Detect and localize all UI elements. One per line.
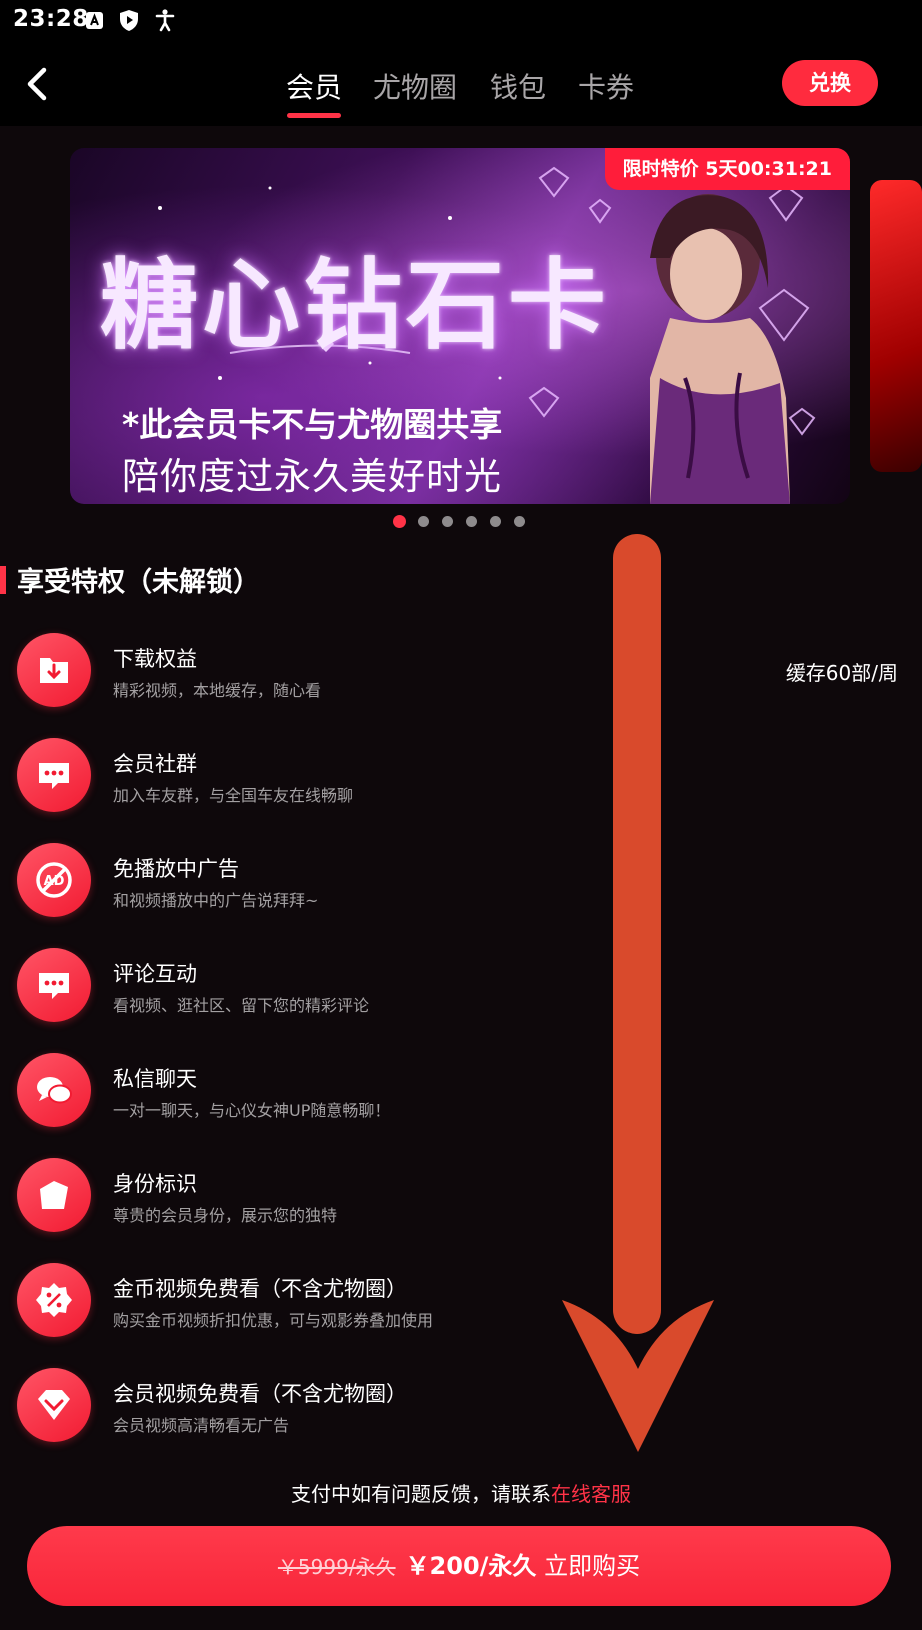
chat-bubble-icon <box>17 738 91 812</box>
carousel-dot[interactable] <box>418 516 429 527</box>
message-icon <box>17 1053 91 1127</box>
carousel-dot[interactable] <box>466 516 477 527</box>
privilege-title: 下载权益 <box>113 647 197 671</box>
buy-now-button[interactable]: ￥5999/永久 ￥200/永久 立即购买 <box>27 1526 891 1606</box>
download-icon <box>17 633 91 707</box>
privilege-item-comments: 评论互动 看视频、逛社区、留下您的精彩评论 <box>0 948 922 1048</box>
privilege-title: 金币视频免费看（不含尤物圈） <box>113 1277 407 1301</box>
privilege-item-coin-video: 金币视频免费看（不含尤物圈） 购买金币视频折扣优惠，可与观影券叠加使用 <box>0 1263 922 1363</box>
privilege-title: 评论互动 <box>113 962 197 986</box>
carousel-dot[interactable] <box>393 515 406 528</box>
privilege-item-member-video: 会员视频免费看（不含尤物圈） 会员视频高清畅看无广告 <box>0 1368 922 1468</box>
privilege-desc: 尊贵的会员身份，展示您的独特 <box>113 1206 338 1225</box>
payment-help-text: 支付中如有问题反馈，请联系 <box>291 1482 551 1506</box>
payment-help: 支付中如有问题反馈，请联系在线客服 <box>0 1478 922 1507</box>
back-button[interactable] <box>22 62 62 106</box>
carousel-dot[interactable] <box>490 516 501 527</box>
shield-icon <box>120 10 138 31</box>
model-image <box>650 194 790 504</box>
original-price: ￥5999/永久 <box>277 1555 396 1579</box>
privilege-desc: 和视频播放中的广告说拜拜~ <box>113 891 319 910</box>
download-quota: 缓存60部/周 <box>785 661 898 685</box>
scroll-down-arrow-icon <box>562 534 714 1452</box>
a-icon <box>86 12 103 29</box>
section-accent-bar <box>0 566 6 594</box>
privilege-desc: 一对一聊天，与心仪女神UP随意畅聊！ <box>113 1101 391 1120</box>
privilege-title: 身份标识 <box>113 1172 197 1196</box>
next-banner-preview[interactable] <box>870 180 922 472</box>
privilege-title: 免播放中广告 <box>113 857 239 881</box>
privilege-item-identity: 身份标识 尊贵的会员身份，展示您的独特 <box>0 1158 922 1258</box>
tab-youwuquan[interactable]: 尤物圈 <box>373 66 457 106</box>
banner-title: 糖心钻石卡 <box>100 248 611 363</box>
exchange-button[interactable]: 兑换 <box>782 60 878 106</box>
limited-offer-badge: 限时特价 5天00:31:21 <box>604 148 850 190</box>
privilege-desc: 精彩视频，本地缓存，随心看 <box>113 681 322 700</box>
privilege-desc: 购买金币视频折扣优惠，可与观影券叠加使用 <box>113 1311 434 1330</box>
privilege-desc: 看视频、逛社区、留下您的精彩评论 <box>113 996 370 1015</box>
comment-icon <box>17 948 91 1022</box>
privilege-item-no-ads: AD 免播放中广告 和视频播放中的广告说拜拜~ <box>0 843 922 943</box>
privilege-desc: 会员视频高清畅看无广告 <box>113 1416 290 1435</box>
carousel-dot[interactable] <box>442 516 453 527</box>
privileges-title: 享受特权（未解锁） <box>17 567 260 598</box>
carousel-dot[interactable] <box>514 516 525 527</box>
privilege-item-download: 下载权益 精彩视频，本地缓存，随心看 缓存60部/周 <box>0 633 922 733</box>
banner-tagline: 陪你度过永久美好时光 <box>122 455 502 498</box>
tab-wallet[interactable]: 钱包 <box>490 66 546 106</box>
accessibility-icon <box>155 9 175 32</box>
tab-coupons[interactable]: 卡券 <box>578 66 634 106</box>
status-bar: 23:28 <box>0 0 922 44</box>
privilege-title: 会员社群 <box>113 752 197 776</box>
diamond-icon <box>17 1368 91 1442</box>
banner-subtitle: *此会员卡不与尤物圈共享 <box>122 405 503 444</box>
svg-text:AD: AD <box>44 874 65 889</box>
id-tag-icon <box>17 1158 91 1232</box>
sale-price: ￥200/永久 <box>405 1552 537 1580</box>
privilege-title: 私信聊天 <box>113 1067 197 1091</box>
privilege-item-private-chat: 私信聊天 一对一聊天，与心仪女神UP随意畅聊！ <box>0 1053 922 1153</box>
privilege-item-community: 会员社群 加入车友群，与全国车友在线畅聊 <box>0 738 922 838</box>
promo-banner[interactable]: 糖心钻石卡 *此会员卡不与尤物圈共享 陪你度过永久美好时光 限时特价 5天00:… <box>70 148 850 504</box>
status-time: 23:28 <box>13 6 89 32</box>
customer-service-link[interactable]: 在线客服 <box>551 1482 631 1506</box>
tab-indicator <box>287 113 341 118</box>
privilege-desc: 加入车友群，与全国车友在线畅聊 <box>113 786 354 805</box>
no-ad-icon: AD <box>17 843 91 917</box>
discount-badge-icon <box>17 1263 91 1337</box>
top-nav: 会员 尤物圈 钱包 卡券 兑换 <box>0 44 922 126</box>
tab-member[interactable]: 会员 <box>286 66 342 106</box>
buy-label: 立即购买 <box>544 1552 641 1580</box>
privilege-title: 会员视频免费看（不含尤物圈） <box>113 1382 407 1406</box>
